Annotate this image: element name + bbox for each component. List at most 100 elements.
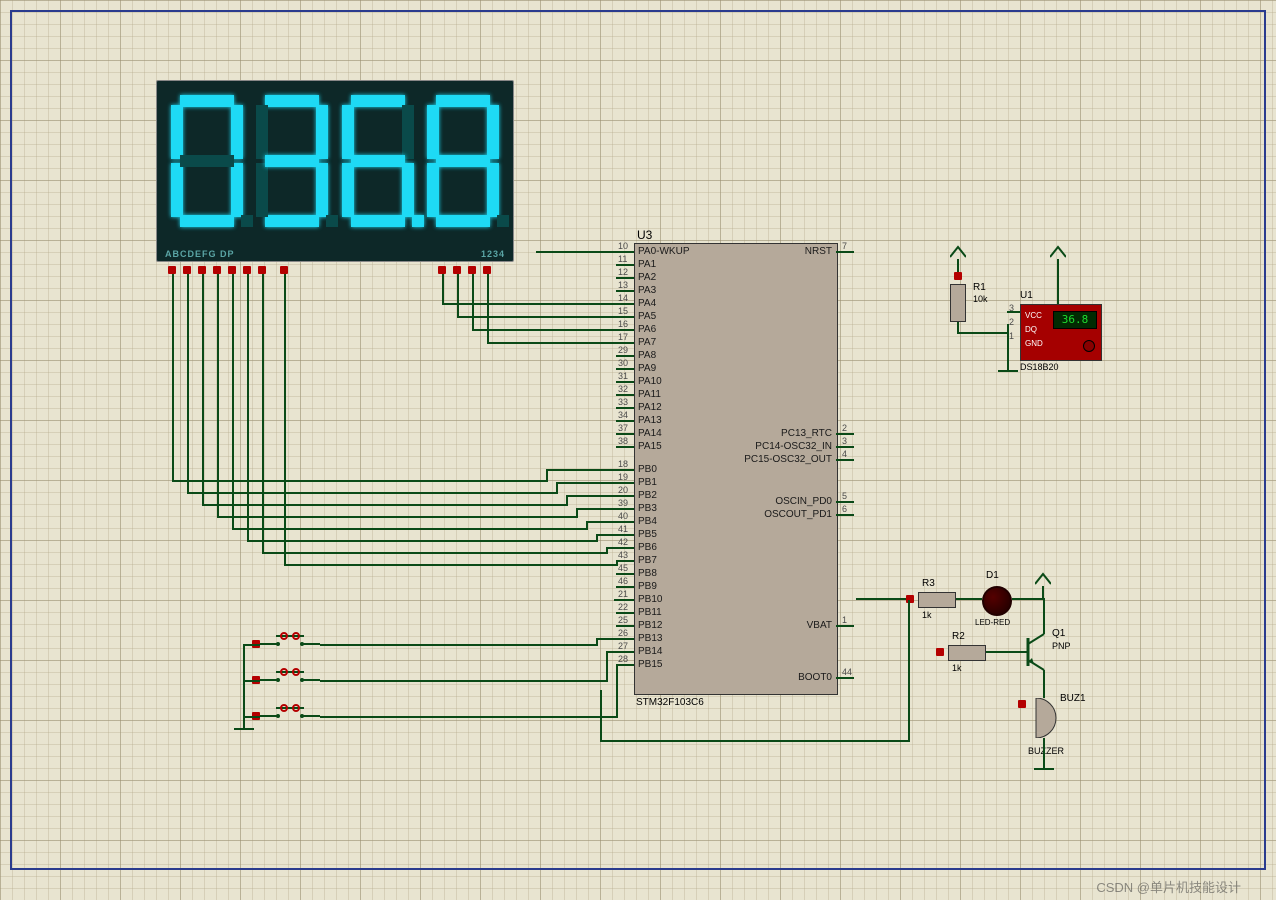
transistor-q1[interactable] <box>1016 628 1056 678</box>
wire <box>600 690 602 742</box>
wire <box>566 495 616 497</box>
wire <box>957 332 1007 334</box>
wire <box>202 274 204 504</box>
r2-ref: R2 <box>952 631 965 642</box>
wire <box>596 534 616 536</box>
pin <box>468 266 476 274</box>
wire <box>576 508 616 510</box>
buzzer[interactable] <box>1030 698 1062 738</box>
resistor-r3[interactable] <box>918 592 956 608</box>
wire <box>586 521 616 523</box>
pin <box>936 648 944 656</box>
wire <box>232 274 234 528</box>
wire <box>217 274 219 516</box>
r2-value: 1k <box>952 663 962 673</box>
chip-part: STM32F103C6 <box>636 697 704 708</box>
pin <box>280 266 288 274</box>
wire <box>457 274 459 316</box>
pin <box>1018 700 1026 708</box>
ds-pin-gnd: GND <box>1025 339 1043 348</box>
wire <box>472 274 474 329</box>
digit <box>423 91 503 231</box>
d1-ref: D1 <box>986 570 999 581</box>
wire <box>172 274 174 480</box>
wire <box>856 598 906 600</box>
wire <box>262 274 264 552</box>
wire <box>284 274 286 564</box>
wire <box>320 644 596 646</box>
d1-part: LED-RED <box>975 618 1010 627</box>
power-icon <box>1035 572 1051 586</box>
push-button[interactable] <box>260 704 320 722</box>
wire <box>606 651 608 682</box>
push-button[interactable] <box>260 668 320 686</box>
r1-value: 10k <box>973 294 988 304</box>
ground-icon <box>998 362 1018 376</box>
wire <box>596 638 616 640</box>
pin <box>954 272 962 280</box>
led-d1[interactable] <box>982 586 1012 616</box>
pin <box>453 266 461 274</box>
resistor-r1[interactable] <box>950 284 966 322</box>
q1-ref: Q1 <box>1052 628 1065 639</box>
wire <box>320 680 606 682</box>
wire <box>536 251 538 253</box>
u1-part: DS18B20 <box>1020 362 1059 372</box>
wire <box>956 598 982 600</box>
r3-value: 1k <box>922 610 932 620</box>
wire <box>1043 676 1045 698</box>
wire <box>320 716 616 718</box>
power-icon <box>950 245 966 259</box>
wire <box>457 316 616 318</box>
buz-ref: BUZ1 <box>1060 693 1086 704</box>
wire <box>247 274 249 540</box>
wire <box>1043 598 1045 614</box>
u1-ref: U1 <box>1020 290 1033 301</box>
wire <box>442 303 616 305</box>
watermark: CSDN @单片机技能设计 <box>1096 877 1241 896</box>
wire <box>487 342 616 344</box>
wire <box>986 651 1016 653</box>
wire <box>546 469 616 471</box>
ds18b20-module[interactable]: VCC DQ GND 36.8 <box>1020 304 1102 361</box>
ds-pin-dq: DQ <box>1025 325 1037 334</box>
digit <box>338 91 418 231</box>
ground-icon <box>234 720 254 734</box>
r1-ref: R1 <box>973 282 986 293</box>
wire <box>202 504 566 506</box>
wire <box>1007 342 1009 362</box>
wire <box>1043 738 1045 760</box>
q1-part: PNP <box>1052 641 1071 651</box>
seg-pins-right: 1234 <box>481 249 505 259</box>
wire <box>1043 614 1045 630</box>
ds-reading: 36.8 <box>1053 311 1097 329</box>
ground-icon <box>1034 760 1054 774</box>
seg-pins-left: ABCDEFG DP <box>165 249 235 259</box>
wire <box>1012 598 1042 600</box>
resistor-r2[interactable] <box>948 645 986 661</box>
wire <box>187 274 189 492</box>
wire <box>536 251 616 253</box>
pin <box>483 266 491 274</box>
seven-segment-display[interactable]: ABCDEFG DP 1234 <box>156 80 514 262</box>
digit <box>167 91 247 231</box>
wire <box>217 516 576 518</box>
buz-part: BUZZER <box>1028 746 1064 756</box>
wire <box>616 664 618 718</box>
wire <box>908 600 910 602</box>
pin <box>213 266 221 274</box>
wire <box>284 564 616 566</box>
ds-button[interactable] <box>1083 340 1095 352</box>
pin <box>168 266 176 274</box>
wire <box>187 492 556 494</box>
pin <box>258 266 266 274</box>
wire <box>606 651 616 653</box>
wire <box>908 600 910 742</box>
pin <box>198 266 206 274</box>
power-icon <box>1050 245 1066 259</box>
pin <box>183 266 191 274</box>
wire <box>442 274 444 303</box>
wire <box>172 480 546 482</box>
wire <box>600 740 910 742</box>
push-button[interactable] <box>260 632 320 650</box>
